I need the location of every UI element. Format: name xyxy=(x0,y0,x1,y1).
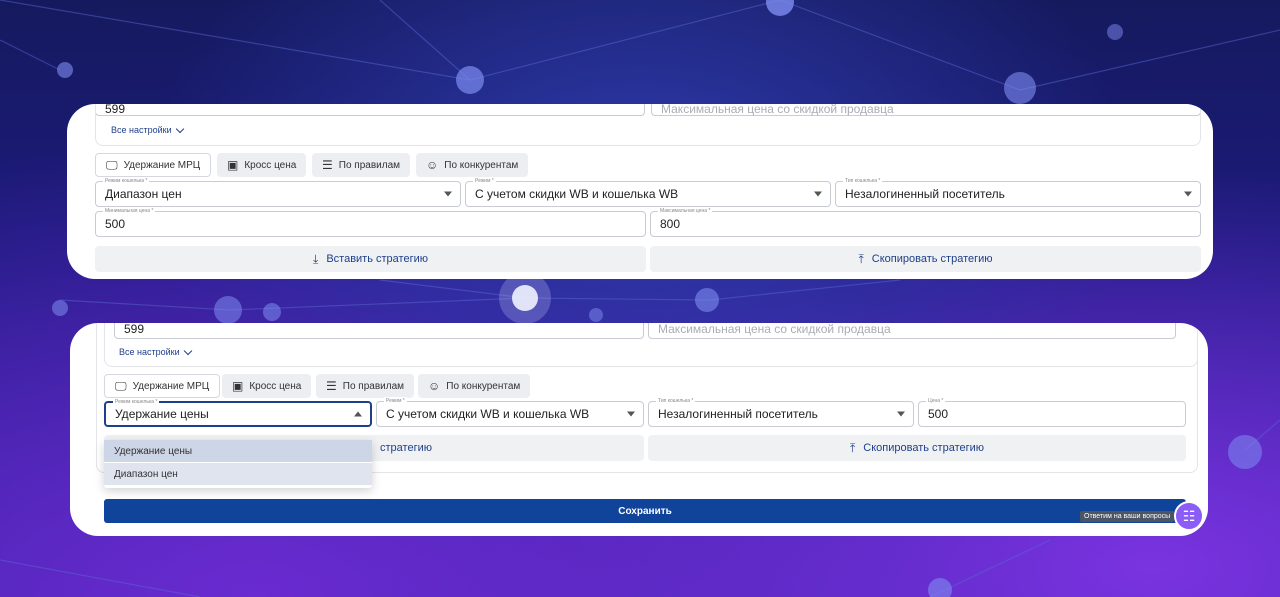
dropdown-arrow-icon xyxy=(444,191,452,197)
max-price-field[interactable]: Максимальная цена * 800 xyxy=(650,207,1201,237)
rules-icon: ☰ xyxy=(322,158,333,172)
save-button[interactable]: Сохранить xyxy=(104,499,1186,523)
chevron-down-icon xyxy=(175,124,184,133)
copy-strategy-button[interactable]: ⤒ Скопировать стратегию xyxy=(650,246,1201,272)
insert-strategy-button[interactable]: ⤓ Вставить стратегию xyxy=(95,246,646,272)
upload-icon: ⤒ xyxy=(858,251,864,266)
settings-card xyxy=(95,104,1201,146)
wallet-mode-dropdown: Удержание цены Диапазон цен xyxy=(104,440,372,488)
monitor-icon: 🖵 xyxy=(106,157,118,172)
chat-icon: ☷ xyxy=(1182,507,1196,524)
download-icon: ⤓ xyxy=(313,251,319,266)
strategy-panel-top: 599 Максимальная цена со скидкой продавц… xyxy=(67,104,1213,279)
dropdown-option[interactable]: Удержание цены xyxy=(104,440,372,462)
min-price-field[interactable]: Минимальная цена * 500 xyxy=(95,207,646,237)
dropdown-arrow-icon xyxy=(1184,191,1192,197)
dropdown-option[interactable]: Диапазон цен xyxy=(104,463,372,485)
chat-button[interactable]: ☷ xyxy=(1174,501,1204,531)
tab-by-competitors[interactable]: ☺ По конкурентам xyxy=(416,153,529,177)
all-settings-toggle[interactable]: Все настройки xyxy=(111,124,184,135)
users-icon: ☺ xyxy=(426,158,439,172)
dropdown-arrow-icon xyxy=(814,191,822,197)
mode-select[interactable]: Режим * С учетом скидки WB и кошелька WB xyxy=(465,177,831,207)
tab-mrc-hold[interactable]: 🖵 Удержание МРЦ xyxy=(95,153,212,177)
price-tag-icon: ▣ xyxy=(227,158,239,172)
wallet-type-select[interactable]: Тип кошелька * Незалогиненный посетитель xyxy=(835,177,1201,207)
tab-cross-price[interactable]: ▣ Кросс цена xyxy=(217,153,307,177)
wallet-mode-select[interactable]: Режим кошелька * Диапазон цен xyxy=(95,177,461,207)
tab-by-rules[interactable]: ☰ По правилам xyxy=(312,153,411,177)
chat-tooltip: Ответим на ваши вопросы xyxy=(1080,511,1175,522)
strategy-panel-bottom: 599 Максимальная цена со скидкой продавц… xyxy=(70,323,1208,536)
